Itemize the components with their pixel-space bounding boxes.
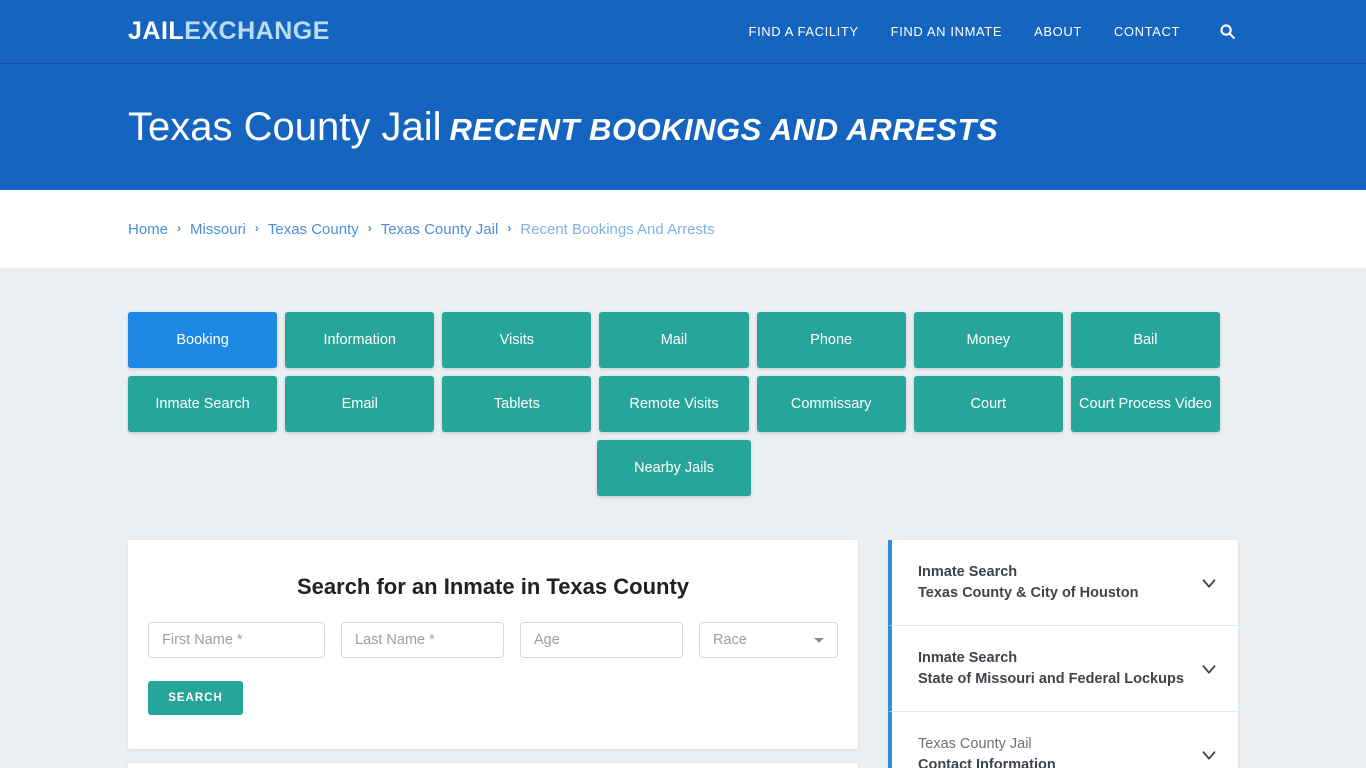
tab-inmate-search[interactable]: Inmate Search — [128, 376, 278, 432]
sidebar-accordion: Inmate Search Texas County & City of Hou… — [888, 540, 1238, 768]
accordion-item-text: Texas County Jail Contact Information — [918, 734, 1186, 768]
search-icon[interactable] — [1216, 21, 1238, 43]
breadcrumb-item-texas-county[interactable]: Texas County — [268, 221, 359, 238]
main-column: Search for an Inmate in Texas County Rac… — [128, 540, 858, 768]
accordion-item-line2: Contact Information — [918, 756, 1056, 768]
chevron-down-icon[interactable] — [1198, 572, 1220, 594]
breadcrumb-separator-icon: › — [507, 221, 512, 235]
accordion-item-line2: State of Missouri and Federal Lockups — [918, 670, 1184, 687]
accordion-item-line1: Texas County Jail — [918, 735, 1032, 752]
tab-information[interactable]: Information — [285, 312, 435, 368]
inmate-search-card: Search for an Inmate in Texas County Rac… — [128, 540, 858, 749]
tab-phone[interactable]: Phone — [756, 312, 906, 368]
breadcrumb-separator-icon: › — [367, 221, 372, 235]
nav-item-find-a-facility[interactable]: FIND A FACILITY — [749, 24, 859, 39]
breadcrumb-item-missouri[interactable]: Missouri — [190, 221, 246, 238]
main-navigation: FIND A FACILITY FIND AN INMATE ABOUT CON… — [749, 21, 1238, 43]
race-select[interactable]: Race — [699, 622, 838, 658]
tab-nearby-jails[interactable]: Nearby Jails — [597, 440, 751, 496]
breadcrumb-separator-icon: › — [177, 221, 182, 235]
tab-row-3: Nearby Jails — [128, 440, 1220, 496]
search-submit-button[interactable]: SEARCH — [148, 681, 243, 715]
first-name-input[interactable] — [148, 622, 325, 658]
content-columns: Search for an Inmate in Texas County Rac… — [128, 540, 1238, 768]
page-title: Texas County Jail Recent Bookings and Arr… — [128, 105, 998, 149]
accordion-item-text: Inmate Search State of Missouri and Fede… — [918, 648, 1186, 689]
age-input[interactable] — [520, 622, 683, 658]
page-title-main: Texas County Jail — [128, 105, 442, 149]
logo-primary-text: JAIL — [128, 17, 185, 45]
tab-commissary[interactable]: Commissary — [756, 376, 906, 432]
breadcrumb-item-current: Recent Bookings And Arrests — [520, 220, 715, 238]
page-hero: Texas County Jail Recent Bookings and Arr… — [0, 64, 1366, 190]
tab-bail[interactable]: Bail — [1070, 312, 1220, 368]
nav-item-about[interactable]: ABOUT — [1034, 24, 1082, 39]
site-logo[interactable]: JAILEXCHANGE — [128, 19, 330, 44]
accordion-item-line1: Inmate Search — [918, 563, 1018, 580]
tab-mail[interactable]: Mail — [599, 312, 749, 368]
breadcrumb-bar: Home › Missouri › Texas County › Texas C… — [0, 190, 1366, 268]
breadcrumb-item-texas-county-jail[interactable]: Texas County Jail — [381, 221, 499, 238]
tab-visits[interactable]: Visits — [442, 312, 592, 368]
tab-court[interactable]: Court — [913, 376, 1063, 432]
site-header: JAILEXCHANGE FIND A FACILITY FIND AN INM… — [0, 0, 1366, 64]
tab-row-1: Booking Information Visits Mail Phone Mo… — [128, 312, 1220, 368]
breadcrumb: Home › Missouri › Texas County › Texas C… — [128, 221, 715, 238]
page-body: Booking Information Visits Mail Phone Mo… — [0, 268, 1366, 768]
tab-row-2: Inmate Search Email Tablets Remote Visit… — [128, 376, 1220, 432]
accordion-item-text: Inmate Search Texas County & City of Hou… — [918, 562, 1186, 603]
logo-secondary-text: EXCHANGE — [184, 17, 330, 45]
tab-remote-visits[interactable]: Remote Visits — [599, 376, 749, 432]
search-card-heading: Search for an Inmate in Texas County — [296, 574, 690, 599]
nav-item-find-an-inmate[interactable]: FIND AN INMATE — [891, 24, 1002, 39]
tab-court-process-video[interactable]: Court Process Video — [1070, 376, 1220, 432]
accordion-item-line1: Inmate Search — [918, 649, 1018, 666]
tab-email[interactable]: Email — [285, 376, 435, 432]
page-title-subtitle: Recent Bookings and Arrests — [449, 112, 999, 147]
tab-tablets[interactable]: Tablets — [442, 376, 592, 432]
accordion-item-contact-information[interactable]: Texas County Jail Contact Information — [888, 712, 1238, 768]
faq-card: Frequently Asked Questions about Texas C… — [128, 763, 858, 768]
accordion-item-line2: Texas County & City of Houston — [918, 584, 1139, 601]
chevron-down-icon[interactable] — [1198, 658, 1220, 680]
last-name-input[interactable] — [341, 622, 504, 658]
tab-booking[interactable]: Booking — [128, 312, 278, 368]
search-fields: Race — [148, 622, 838, 658]
accordion-item-inmate-search-state[interactable]: Inmate Search State of Missouri and Fede… — [888, 626, 1238, 712]
chevron-down-icon[interactable] — [1198, 744, 1220, 766]
breadcrumb-item-home[interactable]: Home — [128, 221, 168, 238]
sidebar-column: Inmate Search Texas County & City of Hou… — [888, 540, 1238, 768]
section-tabs: Booking Information Visits Mail Phone Mo… — [128, 312, 1220, 496]
tab-money[interactable]: Money — [913, 312, 1063, 368]
nav-item-contact[interactable]: CONTACT — [1114, 24, 1180, 39]
breadcrumb-separator-icon: › — [254, 221, 259, 235]
accordion-item-inmate-search-county[interactable]: Inmate Search Texas County & City of Hou… — [888, 540, 1238, 626]
